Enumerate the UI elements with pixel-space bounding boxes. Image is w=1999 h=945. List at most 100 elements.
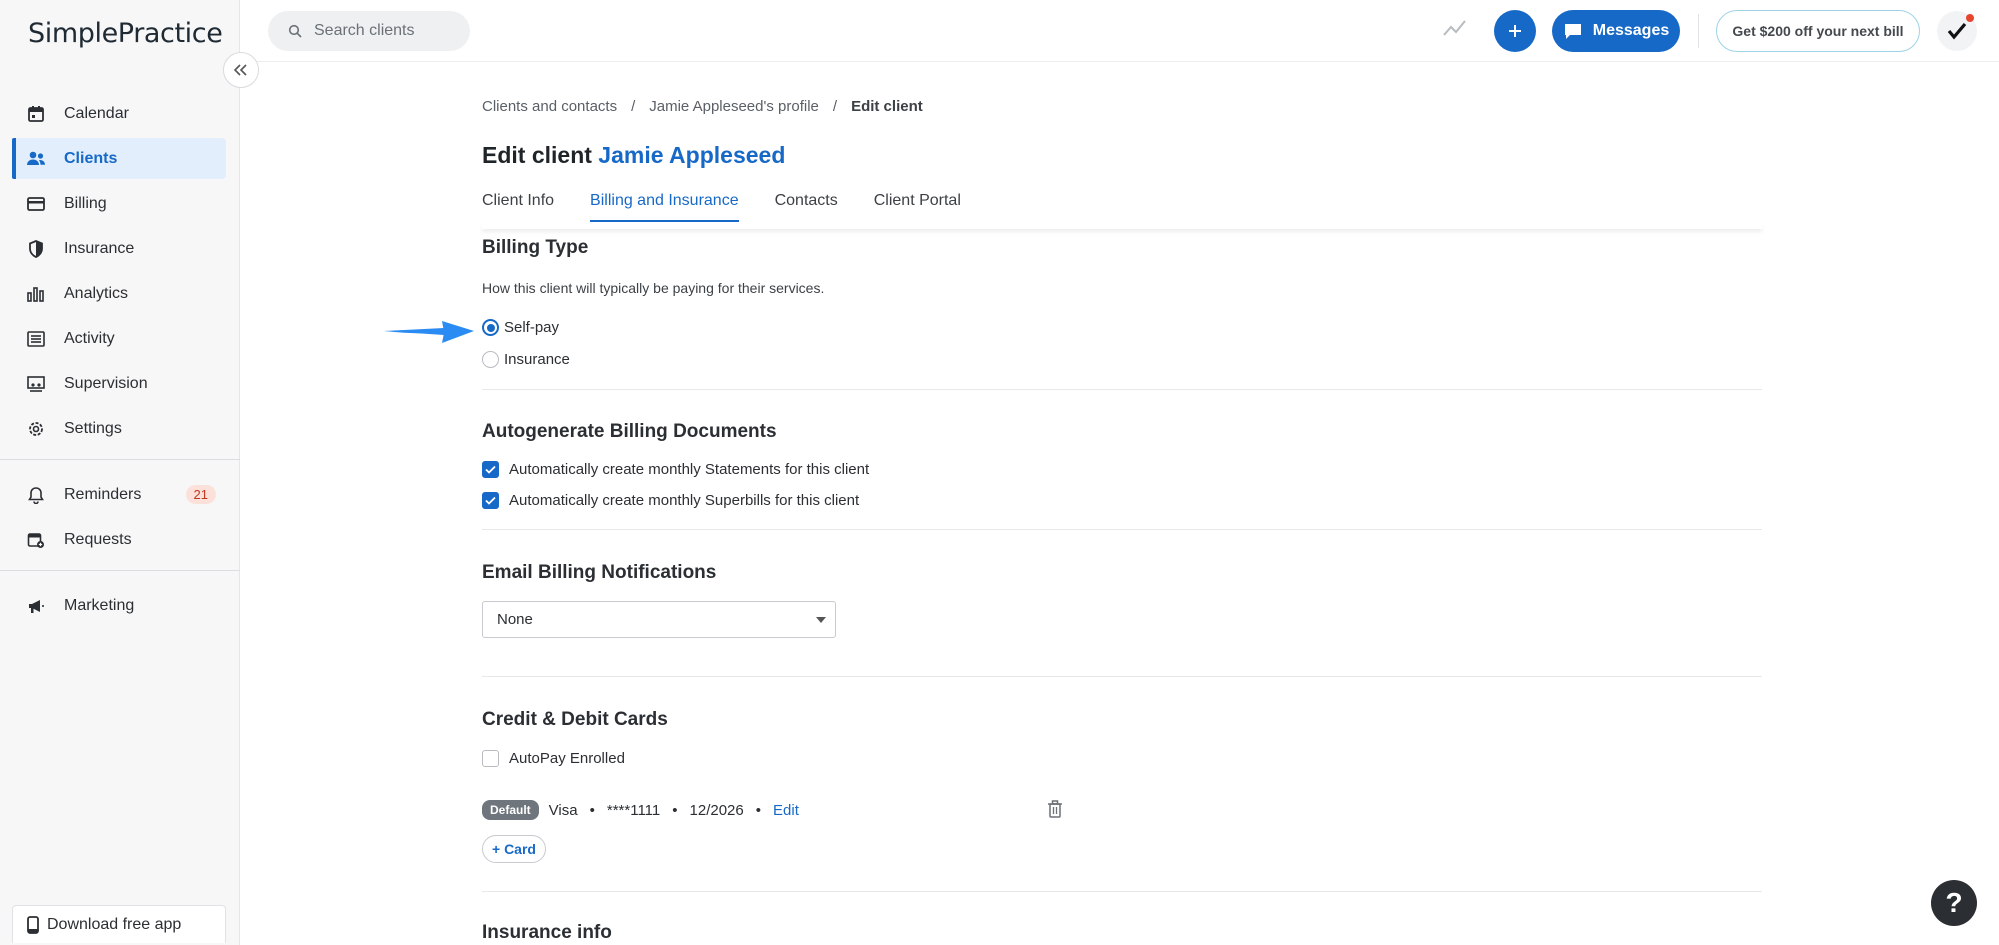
- download-app-label: Download free app: [47, 915, 182, 933]
- sidebar-item-requests[interactable]: Requests: [12, 519, 226, 560]
- help-button[interactable]: ?: [1931, 880, 1977, 926]
- insurance-info-title: Insurance info: [482, 922, 612, 943]
- page-title-prefix: Edit client: [482, 142, 592, 168]
- autogenerate-title: Autogenerate Billing Documents: [482, 421, 777, 442]
- radio-insurance[interactable]: Insurance: [482, 351, 570, 368]
- tab-billing-and-insurance[interactable]: Billing and Insurance: [590, 192, 739, 222]
- email-notifications-value: None: [497, 611, 533, 628]
- sidebar-item-calendar[interactable]: Calendar: [12, 93, 226, 134]
- section-divider: [482, 891, 1762, 892]
- annotation-arrow-icon: [382, 313, 476, 354]
- trash-icon[interactable]: [1047, 800, 1063, 818]
- sidebar-item-settings[interactable]: Settings: [12, 408, 226, 449]
- app-logo[interactable]: SimplePractice: [28, 18, 223, 49]
- tab-bar: Client Info Billing and Insurance Contac…: [482, 192, 997, 222]
- trend-icon[interactable]: [1443, 19, 1467, 42]
- card-row: Default Visa • ****1111 • 12/2026 • Edit: [482, 800, 799, 820]
- double-chevron-left-icon: [234, 64, 248, 76]
- sidebar: SimplePractice Calendar Clients Billing …: [0, 0, 240, 945]
- sidebar-item-label: Supervision: [64, 374, 148, 392]
- avatar[interactable]: [1937, 11, 1977, 51]
- chevron-down-icon: [816, 617, 826, 623]
- list-icon: [26, 329, 46, 349]
- collapse-sidebar-button[interactable]: [223, 52, 259, 88]
- reminders-count-badge: 21: [185, 485, 216, 504]
- tab-client-portal[interactable]: Client Portal: [874, 192, 961, 222]
- nav-divider: [0, 459, 240, 460]
- download-app-button[interactable]: Download free app: [12, 905, 226, 943]
- chat-bubble-icon: [1563, 22, 1583, 40]
- search-icon: [288, 24, 302, 38]
- breadcrumb-clients-link[interactable]: Clients and contacts: [482, 98, 617, 115]
- sidebar-item-label: Reminders: [64, 485, 142, 503]
- search-placeholder: Search clients: [314, 22, 415, 39]
- phone-icon: [27, 915, 39, 934]
- add-card-button[interactable]: + Card: [482, 835, 546, 863]
- checkbox-statements-control[interactable]: [482, 461, 499, 478]
- megaphone-icon: [26, 596, 46, 616]
- checkbox-superbills-control[interactable]: [482, 492, 499, 509]
- cards-title: Credit & Debit Cards: [482, 709, 668, 730]
- sidebar-item-label: Settings: [64, 419, 122, 437]
- sidebar-item-label: Insurance: [64, 239, 135, 257]
- radio-insurance-label: Insurance: [504, 351, 570, 368]
- users-icon: [26, 149, 46, 169]
- card-expiry: 12/2026: [689, 801, 744, 819]
- calendar-plus-icon: [26, 530, 46, 550]
- radio-self-pay[interactable]: Self-pay: [482, 319, 559, 336]
- edit-card-link[interactable]: Edit: [773, 802, 799, 819]
- sidebar-item-clients[interactable]: Clients: [12, 138, 226, 179]
- page-title: Edit client Jamie Appleseed: [482, 142, 785, 169]
- messages-button[interactable]: Messages: [1552, 10, 1680, 52]
- tab-client-info[interactable]: Client Info: [482, 192, 554, 222]
- promo-button[interactable]: Get $200 off your next bill: [1716, 10, 1920, 52]
- sidebar-item-billing[interactable]: Billing: [12, 183, 226, 224]
- checkbox-statements[interactable]: Automatically create monthly Statements …: [482, 461, 869, 478]
- plus-icon: [1507, 23, 1523, 39]
- checkmark-logo-icon: [1947, 22, 1967, 40]
- sidebar-item-label: Marketing: [64, 596, 135, 614]
- nav-divider: [0, 570, 240, 571]
- radio-self-pay-label: Self-pay: [504, 319, 560, 336]
- tab-contacts[interactable]: Contacts: [775, 192, 838, 222]
- radio-self-pay-control[interactable]: [482, 319, 499, 336]
- search-input[interactable]: Search clients: [268, 11, 470, 51]
- notification-dot: [1966, 14, 1974, 22]
- sidebar-item-reminders[interactable]: Reminders 21: [12, 474, 226, 515]
- sidebar-item-label: Calendar: [64, 104, 129, 122]
- sidebar-item-supervision[interactable]: Supervision: [12, 363, 226, 404]
- checkbox-autopay[interactable]: AutoPay Enrolled: [482, 750, 625, 767]
- sidebar-item-label: Requests: [64, 530, 132, 548]
- sidebar-item-label: Billing: [64, 194, 107, 212]
- sidebar-item-label: Clients: [64, 149, 118, 167]
- sidebar-item-analytics[interactable]: Analytics: [12, 273, 226, 314]
- client-name: Jamie Appleseed: [598, 142, 786, 168]
- bell-icon: [26, 485, 46, 505]
- billing-type-title: Billing Type: [482, 237, 589, 258]
- billing-type-helper: How this client will typically be paying…: [482, 280, 825, 296]
- sidebar-item-activity[interactable]: Activity: [12, 318, 226, 359]
- email-notifications-title: Email Billing Notifications: [482, 562, 717, 583]
- section-divider: [482, 389, 1762, 390]
- supervision-icon: [26, 374, 46, 394]
- card-number: ****1111: [606, 801, 661, 819]
- calendar-icon: [26, 104, 46, 124]
- sidebar-item-label: Analytics: [64, 284, 129, 302]
- checkbox-superbills[interactable]: Automatically create monthly Superbills …: [482, 492, 859, 509]
- radio-insurance-control[interactable]: [482, 351, 499, 368]
- shield-icon: [26, 239, 46, 259]
- credit-card-icon: [26, 194, 46, 214]
- email-notifications-select[interactable]: None: [482, 601, 836, 638]
- sidebar-item-marketing[interactable]: Marketing: [12, 585, 226, 626]
- checkbox-autopay-label: AutoPay Enrolled: [509, 750, 625, 767]
- topbar: Search clients Messages Get $200 off you…: [240, 0, 1999, 62]
- checkbox-autopay-control[interactable]: [482, 750, 499, 767]
- breadcrumb: Clients and contacts / Jamie Appleseed's p…: [482, 98, 923, 115]
- default-card-badge: Default: [482, 800, 539, 820]
- add-new-button[interactable]: [1494, 10, 1536, 52]
- sidebar-item-insurance[interactable]: Insurance: [12, 228, 226, 269]
- sidebar-item-label: Activity: [64, 329, 115, 347]
- breadcrumb-profile-link[interactable]: Jamie Appleseed's profile: [649, 98, 819, 115]
- bar-chart-icon: [26, 284, 46, 304]
- checkbox-superbills-label: Automatically create monthly Superbills …: [509, 492, 860, 509]
